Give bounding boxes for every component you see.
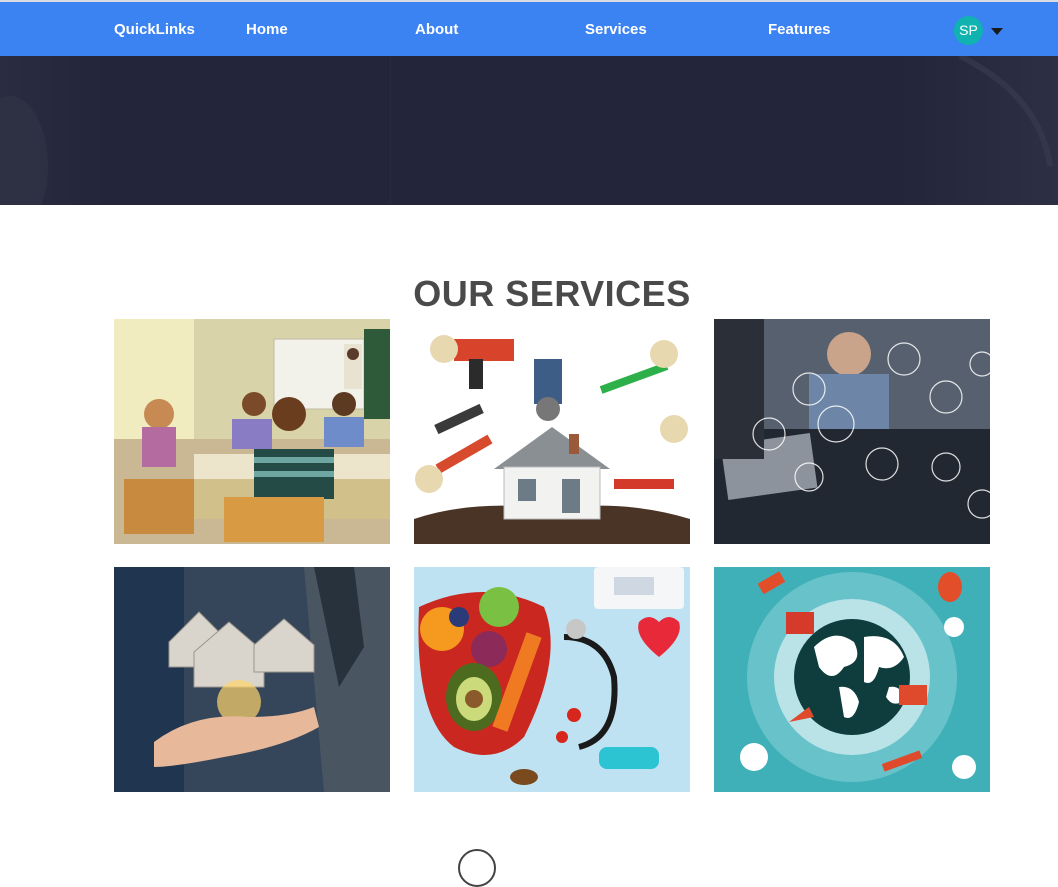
business-meeting-tech-image — [714, 319, 990, 544]
travel-globe-image — [714, 567, 990, 792]
health-food-image — [414, 567, 690, 792]
nav-services-link[interactable]: Services — [585, 21, 647, 38]
home-repair-tools-image — [414, 319, 690, 544]
partial-circle-icon — [458, 849, 496, 887]
hero-banner — [0, 56, 1058, 205]
real-estate-hand-houses-image — [114, 567, 390, 792]
classroom-image — [114, 319, 390, 544]
service-card-real-estate[interactable] — [114, 567, 390, 792]
nav-home-link[interactable]: Home — [246, 21, 288, 38]
caret-down-icon[interactable] — [990, 26, 1004, 36]
navbar: QuickLinks Home About Services Features … — [0, 2, 1058, 56]
user-avatar[interactable]: SP — [954, 16, 983, 45]
service-card-health[interactable] — [414, 567, 690, 792]
service-card-home-repair[interactable] — [414, 319, 690, 544]
nav-about-link[interactable]: About — [415, 21, 458, 38]
brand-link[interactable]: QuickLinks — [114, 21, 195, 38]
service-card-classroom[interactable] — [114, 319, 390, 544]
services-title: OUR SERVICES — [413, 272, 691, 314]
service-card-travel[interactable] — [714, 567, 990, 792]
service-card-business[interactable] — [714, 319, 990, 544]
hero-decoration — [0, 56, 1053, 205]
nav-features-link[interactable]: Features — [768, 21, 831, 38]
